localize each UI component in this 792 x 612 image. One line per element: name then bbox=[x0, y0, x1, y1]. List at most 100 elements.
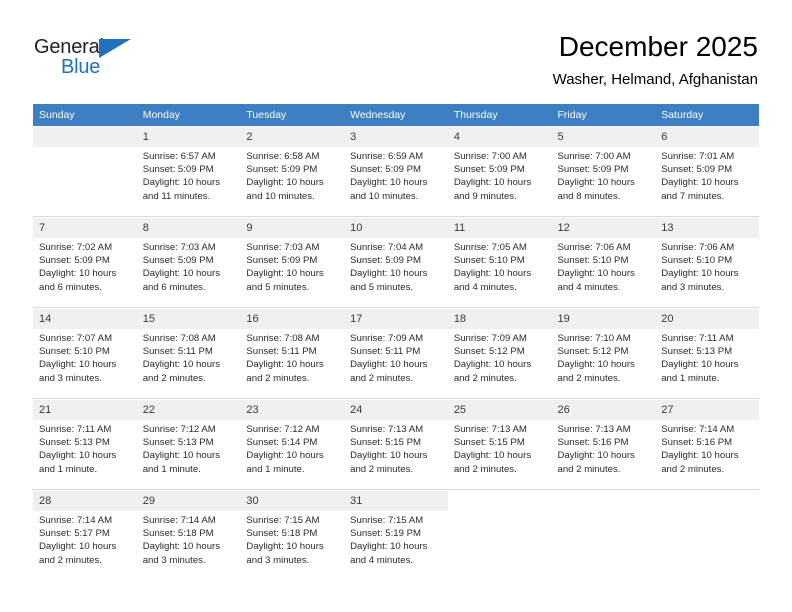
daylight-duration-line1: Daylight: 10 hours bbox=[142, 450, 221, 462]
calendar-day-cell[interactable]: 21 Sunrise: 7:11 AM Sunset: 5:13 PM Dayligh… bbox=[33, 398, 137, 490]
sunset-time: Sunset: 5:18 PM bbox=[142, 528, 214, 540]
sunset-time: Sunset: 5:10 PM bbox=[453, 255, 525, 267]
daylight-duration-line1: Daylight: 10 hours bbox=[142, 268, 221, 280]
daylight-duration-line1: Daylight: 10 hours bbox=[453, 359, 532, 371]
calendar-day-cell[interactable]: 20 Sunrise: 7:11 AM Sunset: 5:13 PM Dayligh… bbox=[655, 307, 759, 399]
day-number: 26 bbox=[551, 400, 656, 420]
calendar-day-cell[interactable]: 5 Sunrise: 7:00 AM Sunset: 5:09 PM Daylight… bbox=[551, 126, 656, 217]
calendar-day-cell[interactable]: 16 Sunrise: 7:08 AM Sunset: 5:11 PM Dayligh… bbox=[240, 307, 345, 399]
calendar-day-cell[interactable]: 11 Sunrise: 7:05 AM Sunset: 5:10 PM Dayligh… bbox=[447, 216, 552, 308]
sunrise-time: Sunrise: 7:11 AM bbox=[661, 333, 734, 344]
day-cell-inner bbox=[33, 126, 137, 216]
daylight-duration-line1: Daylight: 10 hours bbox=[39, 359, 117, 371]
day-cell-inner: 3 Sunrise: 6:59 AM Sunset: 5:09 PM Daylight… bbox=[344, 126, 448, 216]
daylight-duration-line2: and 4 minutes. bbox=[557, 281, 621, 293]
daylight-duration-line2: and 2 minutes. bbox=[557, 463, 621, 475]
day-number: 4 bbox=[447, 127, 552, 147]
weekday-header-saturday: Saturday bbox=[655, 104, 759, 126]
day-number: 24 bbox=[344, 400, 448, 420]
daylight-duration-line2: and 1 minute. bbox=[661, 372, 720, 384]
general-blue-logo[interactable]: General Blue bbox=[34, 36, 144, 82]
sunrise-time: Sunrise: 7:00 AM bbox=[557, 151, 631, 162]
calendar-day-cell[interactable]: 6 Sunrise: 7:01 AM Sunset: 5:09 PM Daylight… bbox=[655, 126, 759, 217]
daylight-duration-line1: Daylight: 10 hours bbox=[661, 268, 739, 280]
sunset-time: Sunset: 5:12 PM bbox=[557, 346, 629, 358]
day-sun-info: Sunrise: 7:05 AM Sunset: 5:10 PM Daylight:… bbox=[447, 238, 552, 294]
sunrise-time: Sunrise: 6:59 AM bbox=[350, 151, 424, 162]
day-cell-inner: 6 Sunrise: 7:01 AM Sunset: 5:09 PM Daylight… bbox=[655, 126, 759, 216]
daylight-duration-line2: and 9 minutes. bbox=[453, 190, 517, 202]
daylight-duration-line2: and 2 minutes. bbox=[246, 372, 310, 384]
page-header: General Blue December 2025 Washer, Helma… bbox=[0, 0, 792, 104]
day-sun-info: Sunrise: 7:10 AM Sunset: 5:12 PM Daylight:… bbox=[551, 329, 656, 385]
sunset-time: Sunset: 5:11 PM bbox=[246, 346, 317, 358]
daylight-duration-line1: Daylight: 10 hours bbox=[39, 541, 117, 553]
day-cell-inner: 27 Sunrise: 7:14 AM Sunset: 5:16 PM Dayligh… bbox=[655, 399, 759, 489]
calendar-day-cell[interactable]: 26 Sunrise: 7:13 AM Sunset: 5:16 PM Dayligh… bbox=[551, 398, 656, 490]
calendar-day-cell[interactable]: 19 Sunrise: 7:10 AM Sunset: 5:12 PM Dayligh… bbox=[551, 307, 656, 399]
daylight-duration-line2: and 2 minutes. bbox=[142, 372, 206, 384]
calendar-day-cell[interactable]: 29 Sunrise: 7:14 AM Sunset: 5:18 PM Dayligh… bbox=[136, 489, 241, 580]
calendar-day-cell[interactable]: 10 Sunrise: 7:04 AM Sunset: 5:09 PM Dayligh… bbox=[344, 216, 448, 308]
sunset-time: Sunset: 5:15 PM bbox=[350, 437, 422, 449]
day-sun-info: Sunrise: 7:03 AM Sunset: 5:09 PM Daylight:… bbox=[136, 238, 241, 294]
day-cell-inner: 4 Sunrise: 7:00 AM Sunset: 5:09 PM Daylight… bbox=[447, 126, 552, 216]
sunset-time: Sunset: 5:14 PM bbox=[246, 437, 318, 449]
day-sun-info: Sunrise: 7:00 AM Sunset: 5:09 PM Daylight:… bbox=[447, 147, 552, 203]
day-cell-inner: 10 Sunrise: 7:04 AM Sunset: 5:09 PM Dayligh… bbox=[344, 217, 448, 307]
calendar-day-cell[interactable]: 9 Sunrise: 7:03 AM Sunset: 5:09 PM Daylight… bbox=[240, 216, 345, 308]
calendar-header-row: Sunday Monday Tuesday Wednesday Thursday… bbox=[33, 104, 759, 126]
sunrise-time: Sunrise: 6:58 AM bbox=[246, 151, 320, 162]
daylight-duration-line2: and 1 minute. bbox=[39, 463, 98, 475]
day-sun-info: Sunrise: 7:13 AM Sunset: 5:16 PM Daylight:… bbox=[551, 420, 656, 476]
daylight-duration-line1: Daylight: 10 hours bbox=[350, 268, 428, 280]
calendar-day-cell[interactable]: 15 Sunrise: 7:08 AM Sunset: 5:11 PM Dayligh… bbox=[136, 307, 241, 399]
calendar-day-cell[interactable]: 17 Sunrise: 7:09 AM Sunset: 5:11 PM Dayligh… bbox=[344, 307, 448, 399]
calendar-day-cell[interactable]: 30 Sunrise: 7:15 AM Sunset: 5:18 PM Dayligh… bbox=[240, 489, 345, 580]
calendar-day-cell[interactable]: 13 Sunrise: 7:06 AM Sunset: 5:10 PM Dayligh… bbox=[655, 216, 759, 308]
day-number: 15 bbox=[136, 309, 241, 329]
daylight-duration-line1: Daylight: 10 hours bbox=[350, 450, 428, 462]
calendar-day-cell[interactable]: 14 Sunrise: 7:07 AM Sunset: 5:10 PM Dayligh… bbox=[33, 307, 137, 399]
day-sun-info: Sunrise: 7:06 AM Sunset: 5:10 PM Daylight:… bbox=[655, 238, 759, 294]
calendar-day-cell[interactable]: 12 Sunrise: 7:06 AM Sunset: 5:10 PM Dayligh… bbox=[551, 216, 656, 308]
sunrise-time: Sunrise: 7:08 AM bbox=[142, 333, 216, 344]
sunrise-time: Sunrise: 7:12 AM bbox=[142, 424, 216, 435]
sunrise-time: Sunrise: 7:12 AM bbox=[246, 424, 320, 435]
daylight-duration-line1: Daylight: 10 hours bbox=[661, 177, 739, 189]
daylight-duration-line2: and 10 minutes. bbox=[350, 190, 419, 202]
day-cell-inner: 21 Sunrise: 7:11 AM Sunset: 5:13 PM Dayligh… bbox=[33, 399, 137, 489]
day-number: 1 bbox=[136, 127, 241, 147]
day-number bbox=[551, 491, 656, 511]
calendar-day-cell[interactable]: 28 Sunrise: 7:14 AM Sunset: 5:17 PM Dayligh… bbox=[33, 489, 137, 580]
calendar-day-cell[interactable]: 23 Sunrise: 7:12 AM Sunset: 5:14 PM Dayligh… bbox=[240, 398, 345, 490]
sunrise-time: Sunrise: 7:03 AM bbox=[142, 242, 216, 253]
calendar-week-row: 1 Sunrise: 6:57 AM Sunset: 5:09 PM Daylight… bbox=[33, 126, 759, 217]
calendar-day-cell[interactable]: 31 Sunrise: 7:15 AM Sunset: 5:19 PM Dayligh… bbox=[344, 489, 448, 580]
day-number: 19 bbox=[551, 309, 656, 329]
calendar-day-cell[interactable]: 7 Sunrise: 7:02 AM Sunset: 5:09 PM Daylight… bbox=[33, 216, 137, 308]
calendar-week-row: 7 Sunrise: 7:02 AM Sunset: 5:09 PM Daylight… bbox=[33, 216, 759, 308]
calendar-day-cell[interactable]: 8 Sunrise: 7:03 AM Sunset: 5:09 PM Daylight… bbox=[136, 216, 241, 308]
daylight-duration-line2: and 3 minutes. bbox=[246, 554, 310, 566]
calendar-day-cell[interactable]: 2 Sunrise: 6:58 AM Sunset: 5:09 PM Daylight… bbox=[240, 126, 345, 217]
day-number bbox=[447, 491, 552, 511]
day-cell-inner: 8 Sunrise: 7:03 AM Sunset: 5:09 PM Daylight… bbox=[136, 217, 241, 307]
day-sun-info: Sunrise: 7:01 AM Sunset: 5:09 PM Daylight:… bbox=[655, 147, 759, 203]
daylight-duration-line1: Daylight: 10 hours bbox=[557, 268, 635, 280]
sunrise-time: Sunrise: 7:13 AM bbox=[350, 424, 424, 435]
calendar-day-cell[interactable]: 1 Sunrise: 6:57 AM Sunset: 5:09 PM Daylight… bbox=[136, 126, 241, 217]
daylight-duration-line1: Daylight: 10 hours bbox=[142, 177, 221, 189]
calendar-day-cell[interactable]: 4 Sunrise: 7:00 AM Sunset: 5:09 PM Daylight… bbox=[447, 126, 552, 217]
day-number: 18 bbox=[447, 309, 552, 329]
calendar-day-cell[interactable]: 27 Sunrise: 7:14 AM Sunset: 5:16 PM Dayligh… bbox=[655, 398, 759, 490]
sunset-time: Sunset: 5:09 PM bbox=[142, 164, 214, 176]
calendar-day-cell[interactable]: 3 Sunrise: 6:59 AM Sunset: 5:09 PM Daylight… bbox=[344, 126, 448, 217]
day-cell-inner: 23 Sunrise: 7:12 AM Sunset: 5:14 PM Dayligh… bbox=[240, 399, 345, 489]
calendar-day-cell[interactable]: 18 Sunrise: 7:09 AM Sunset: 5:12 PM Dayligh… bbox=[447, 307, 552, 399]
day-cell-inner: 18 Sunrise: 7:09 AM Sunset: 5:12 PM Dayligh… bbox=[447, 308, 552, 398]
calendar-day-cell[interactable]: 25 Sunrise: 7:13 AM Sunset: 5:15 PM Dayligh… bbox=[447, 398, 552, 490]
calendar-day-cell[interactable]: 24 Sunrise: 7:13 AM Sunset: 5:15 PM Dayligh… bbox=[344, 398, 448, 490]
calendar-day-cell[interactable]: 22 Sunrise: 7:12 AM Sunset: 5:13 PM Dayligh… bbox=[136, 398, 241, 490]
day-cell-inner: 1 Sunrise: 6:57 AM Sunset: 5:09 PM Daylight… bbox=[136, 126, 241, 216]
